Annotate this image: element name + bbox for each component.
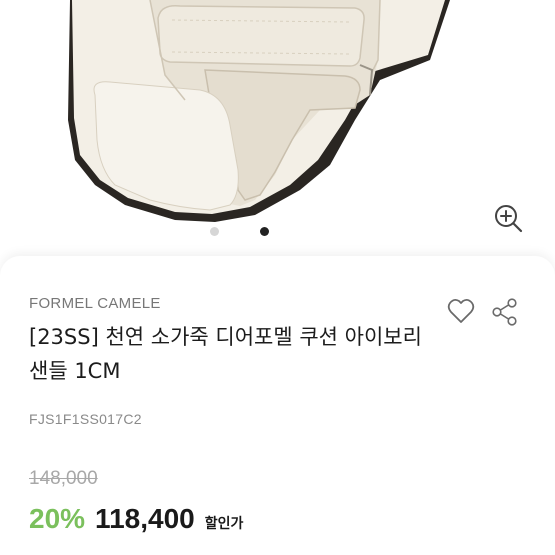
- product-image[interactable]: [0, 0, 555, 258]
- brand-name[interactable]: FORMEL CAMELE: [29, 295, 161, 312]
- heart-outline-icon: [447, 298, 475, 323]
- share-icon: [492, 298, 517, 326]
- discount-rate: 20%: [29, 503, 86, 534]
- share-button[interactable]: [490, 297, 522, 327]
- product-code: FJS1F1SS017C2: [29, 411, 142, 427]
- original-price: 148,000: [29, 468, 98, 489]
- carousel-dot-active[interactable]: [260, 227, 269, 236]
- product-title: [23SS] 천연 소가죽 디어포멜 쿠션 아이보리 샌들 1CM: [29, 325, 422, 383]
- sale-price: 118,400: [95, 503, 195, 534]
- carousel-indicator: [0, 227, 555, 237]
- sale-price-label: 할인가: [204, 516, 244, 532]
- like-button[interactable]: [446, 297, 478, 327]
- price-row: 20% 118,400 할인가: [29, 503, 243, 543]
- carousel-dot[interactable]: [210, 227, 219, 236]
- sandal-image: [68, 0, 450, 222]
